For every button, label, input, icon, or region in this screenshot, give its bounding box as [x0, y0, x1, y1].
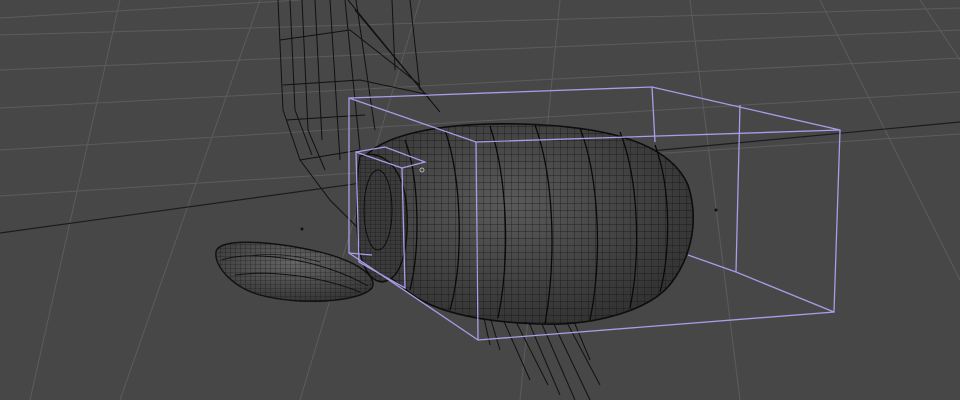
viewport-3d[interactable]: [0, 0, 960, 400]
pivot-point: [714, 208, 718, 212]
pivot-point: [300, 227, 304, 231]
